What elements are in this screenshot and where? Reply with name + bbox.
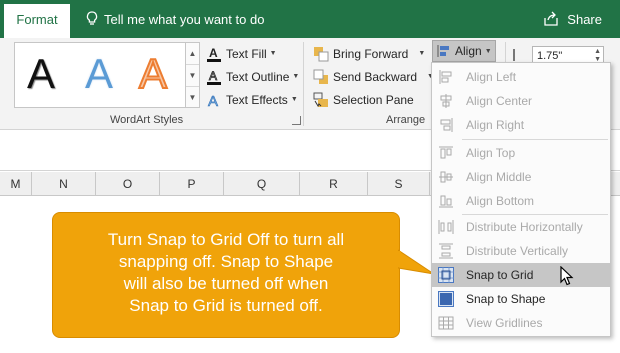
column-header[interactable]: S	[368, 172, 430, 196]
menu-item-distribute-horizontally[interactable]: Distribute Horizontally	[432, 215, 610, 239]
lightbulb-icon	[86, 11, 98, 25]
column-header[interactable]: N	[32, 172, 96, 196]
distribute-horizontally-icon	[438, 220, 454, 234]
menu-item-align-center[interactable]: Align Center	[432, 89, 610, 113]
menu-item-label: Distribute Horizontally	[466, 220, 583, 234]
menu-separator	[462, 139, 608, 140]
selection-pane-label: Selection Pane	[333, 92, 414, 107]
align-bottom-icon	[439, 195, 453, 208]
more-styles-icon[interactable]: ▼	[186, 87, 199, 109]
menu-item-label: Snap to Grid	[466, 268, 534, 282]
chevron-down-icon: ▼	[484, 47, 492, 55]
text-outline-icon: A	[206, 68, 222, 85]
align-left-icon	[439, 70, 452, 84]
text-effects-icon: A	[206, 92, 222, 110]
align-label: Align	[455, 44, 482, 58]
menu-item-snap-to-shape[interactable]: Snap to Shape	[432, 287, 610, 311]
align-right-icon	[440, 118, 453, 132]
dialog-launcher-icon[interactable]	[292, 116, 301, 125]
text-outline-button[interactable]: A Text Outline ▼	[206, 65, 299, 88]
menu-item-align-left[interactable]: Align Left	[432, 65, 610, 89]
column-header[interactable]: P	[160, 172, 224, 196]
tell-me-search[interactable]: Tell me what you want to do	[86, 0, 264, 38]
align-center-icon	[440, 94, 452, 108]
menu-item-label: Align Right	[466, 118, 525, 132]
align-menu: Align Left Align Center Align Right Alig…	[431, 62, 611, 337]
menu-item-label: View Gridlines	[466, 316, 543, 330]
text-effects-label: Text Effects	[226, 92, 288, 107]
shape-height-icon	[513, 49, 527, 61]
bring-forward-label: Bring Forward	[333, 46, 409, 61]
title-bar: Format Tell me what you want to do Share	[0, 0, 620, 38]
callout-line: Turn Snap to Grid Off to turn all	[107, 230, 345, 249]
callout-line: snapping off. Snap to Shape	[118, 252, 334, 271]
menu-item-align-middle[interactable]: Align Middle	[432, 165, 610, 189]
callout-line: Snap to Grid is turned off.	[129, 296, 323, 315]
callout-line: will also be turned off when	[123, 274, 329, 293]
menu-item-view-gridlines[interactable]: View Gridlines	[432, 311, 610, 335]
tell-me-label: Tell me what you want to do	[104, 11, 265, 27]
svg-text:A: A	[209, 69, 217, 83]
text-fill-icon: A	[206, 46, 222, 62]
chevron-down-icon: ▼	[292, 73, 300, 80]
chevron-down-icon: ▼	[269, 50, 277, 57]
column-header[interactable]: R	[300, 172, 368, 196]
tab-format[interactable]: Format	[4, 4, 70, 38]
menu-item-align-bottom[interactable]: Align Bottom	[432, 189, 610, 213]
distribute-vertically-icon	[439, 243, 453, 259]
bring-forward-icon	[313, 46, 329, 62]
align-button[interactable]: Align ▼	[432, 40, 496, 62]
align-middle-icon	[439, 171, 453, 183]
menu-item-label: Align Middle	[466, 170, 532, 184]
view-gridlines-icon	[438, 316, 454, 330]
wordart-style-orange-outline[interactable]: A	[138, 49, 168, 99]
align-icon	[437, 45, 449, 57]
share-icon	[544, 11, 558, 26]
wordart-gallery-scroll[interactable]: ▲ ▼ ▼	[186, 42, 200, 108]
chevron-down-icon: ▼	[418, 50, 426, 57]
group-divider	[303, 42, 304, 126]
wordart-style-black[interactable]: A	[27, 49, 55, 99]
column-header[interactable]: O	[96, 172, 160, 196]
menu-item-label: Align Left	[466, 70, 517, 84]
menu-item-label: Align Center	[466, 94, 533, 108]
text-outline-label: Text Outline	[226, 69, 290, 84]
menu-item-align-right[interactable]: Align Right	[432, 113, 610, 137]
menu-item-label: Distribute Vertically	[466, 244, 569, 258]
menu-item-distribute-vertically[interactable]: Distribute Vertically	[432, 239, 610, 263]
menu-item-label: Align Bottom	[466, 194, 535, 208]
column-header[interactable]: Q	[224, 172, 300, 196]
menu-item-align-top[interactable]: Align Top	[432, 141, 610, 165]
snap-to-grid-icon	[438, 267, 454, 283]
send-backward-label: Send Backward	[333, 69, 418, 84]
selection-pane-button[interactable]: Selection Pane	[313, 88, 434, 111]
chevron-down-icon: ▼	[290, 96, 298, 103]
scroll-up-icon[interactable]: ▲	[186, 43, 199, 65]
svg-text:A: A	[208, 93, 218, 108]
scroll-down-icon[interactable]: ▼	[186, 65, 199, 87]
share-button[interactable]: Share	[543, 0, 602, 38]
menu-item-label: Snap to Shape	[466, 292, 546, 306]
bring-forward-button[interactable]: Bring Forward ▼	[313, 42, 434, 65]
mouse-pointer-icon	[560, 266, 574, 286]
svg-text:A: A	[209, 46, 218, 60]
text-fill-button[interactable]: A Text Fill ▼	[206, 42, 299, 65]
selection-pane-icon	[313, 92, 329, 108]
arrange-group-label: Arrange	[386, 114, 426, 126]
send-backward-button[interactable]: Send Backward ▼	[313, 65, 434, 88]
tip-callout: Turn Snap to Grid Off to turn all snappi…	[52, 212, 400, 338]
menu-item-label: Align Top	[466, 146, 516, 160]
send-backward-icon	[313, 69, 329, 85]
snap-to-shape-icon	[438, 291, 454, 307]
wordart-styles-group-label: WordArt Styles	[110, 114, 184, 126]
text-fill-label: Text Fill	[226, 46, 267, 61]
menu-item-snap-to-grid[interactable]: Snap to Grid	[432, 263, 610, 287]
shape-height-value: 1.75"	[537, 50, 563, 62]
align-top-icon	[439, 146, 453, 159]
share-label: Share	[567, 11, 602, 27]
wordart-style-blue[interactable]: A	[85, 49, 113, 99]
wordart-gallery[interactable]: A A A	[14, 42, 186, 108]
text-effects-button[interactable]: A Text Effects ▼	[206, 88, 299, 111]
column-header[interactable]: M	[0, 172, 32, 196]
